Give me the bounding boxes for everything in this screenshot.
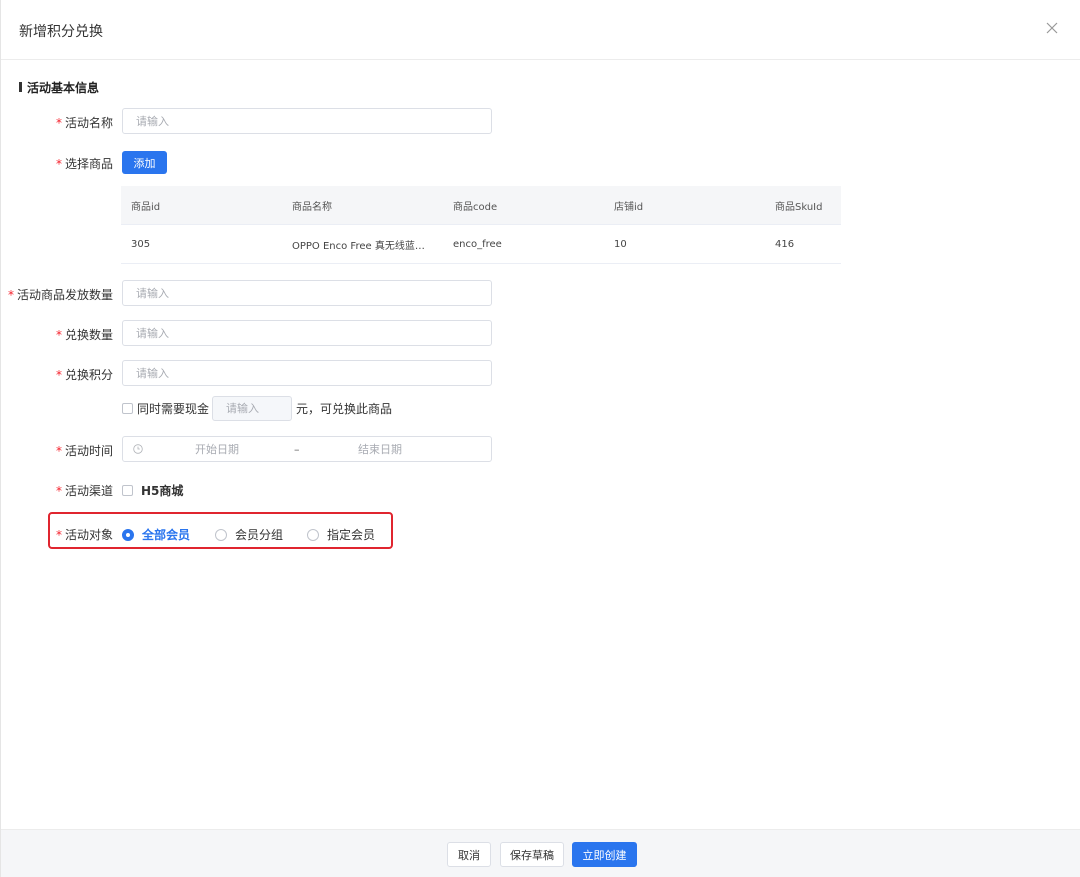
radio-specified-members[interactable]: 指定会员 [307, 526, 375, 543]
radio-label: 全部会员 [142, 528, 191, 542]
activity-name-input[interactable] [122, 108, 492, 134]
table-cell: enco_free [453, 238, 502, 250]
issue-quantity-input[interactable] [122, 280, 492, 306]
radio-label: 指定会员 [327, 528, 376, 542]
target-radio-group: 全部会员 会员分组 指定会员 [122, 526, 399, 543]
column-header: 商品名称 [292, 201, 332, 213]
cash-suffix-label: 元，可兑换此商品 [296, 402, 393, 416]
exchange-points-label: * 兑换积分 [55, 368, 113, 382]
add-product-button[interactable]: 添加 [122, 151, 167, 174]
close-icon[interactable] [1044, 20, 1060, 36]
cash-amount-input[interactable] [212, 396, 293, 421]
exchange-quantity-label: * 兑换数量 [55, 328, 113, 342]
date-separator: – [294, 442, 300, 456]
channel-h5-label: H5商城 [141, 484, 184, 498]
issue-quantity-label: * 活动商品发放数量 [7, 288, 113, 302]
end-date-input[interactable]: 结束日期 [358, 441, 402, 457]
exchange-points-input[interactable] [122, 360, 492, 386]
row-issue-quantity: * 活动商品发放数量 [1, 280, 1080, 306]
table-row: 305 OPPO Enco Free 真无线蓝牙耳机 enco_free 10 … [121, 225, 841, 264]
radio-button[interactable] [307, 528, 320, 541]
cancel-button[interactable]: 取消 [447, 842, 491, 867]
table-cell: 10 [614, 238, 627, 250]
section-basic-info: 活动基本信息 [19, 80, 100, 95]
exchange-quantity-input[interactable] [122, 320, 492, 346]
table-cell: OPPO Enco Free 真无线蓝牙耳机 [292, 240, 443, 252]
create-now-button[interactable]: 立即创建 [572, 842, 637, 867]
drawer-footer: 取消 保存草稿 立即创建 [1, 829, 1080, 877]
channel-h5-checkbox[interactable] [122, 485, 133, 496]
column-header: 店铺id [614, 201, 644, 213]
table-cell: 305 [131, 238, 151, 250]
row-select-product: * 选择商品 添加 [1, 151, 1080, 174]
cash-prefix-label: 同时需要现金 [137, 402, 210, 416]
radio-button[interactable] [215, 528, 228, 541]
column-header: 商品code [453, 201, 498, 213]
activity-time-label: * 活动时间 [55, 444, 113, 458]
channel-h5-option[interactable]: H5商城 [122, 482, 183, 499]
table-cell: 416 [775, 238, 795, 250]
drawer-title: 新增积分兑换 [19, 24, 103, 40]
table-header: 商品id 商品名称 商品code 店铺id 商品SkuId [121, 186, 841, 225]
activity-target-label: * 活动对象 [55, 528, 113, 542]
create-points-exchange-drawer: 新增积分兑换 活动基本信息 *活动名称 *选择商品 添加 商品id 商品名称 商… [0, 0, 1080, 877]
radio-all-members[interactable]: 全部会员 [122, 526, 190, 543]
cash-checkbox[interactable] [122, 403, 133, 414]
section-bar [19, 82, 22, 92]
row-activity-name: * 活动名称 [1, 108, 1080, 134]
radio-button-selected[interactable] [122, 528, 134, 541]
row-exchange-quantity: * 兑换数量 [1, 320, 1080, 346]
radio-member-groups[interactable]: 会员分组 [215, 526, 283, 543]
column-header: 商品SkuId [775, 201, 823, 213]
activity-name-label: * 活动名称 [55, 116, 113, 130]
activity-date-range-picker[interactable]: 开始日期 – 结束日期 [122, 436, 492, 462]
save-draft-button[interactable]: 保存草稿 [500, 842, 564, 867]
column-header: 商品id [131, 201, 161, 213]
activity-channel-label: * 活动渠道 [55, 484, 113, 498]
product-table: 商品id 商品名称 商品code 店铺id 商品SkuId 305 OPPO E… [121, 186, 841, 264]
start-date-input[interactable]: 开始日期 [195, 441, 239, 457]
section-title-text: 活动基本信息 [27, 80, 100, 95]
cash-requirement: 同时需要现金 元，可兑换此商品 [122, 396, 392, 421]
drawer-header: 新增积分兑换 [1, 0, 1080, 60]
clock-icon [133, 444, 143, 454]
select-product-label: * 选择商品 [55, 157, 113, 171]
radio-label: 会员分组 [235, 528, 284, 542]
row-exchange-points: * 兑换积分 [1, 360, 1080, 386]
